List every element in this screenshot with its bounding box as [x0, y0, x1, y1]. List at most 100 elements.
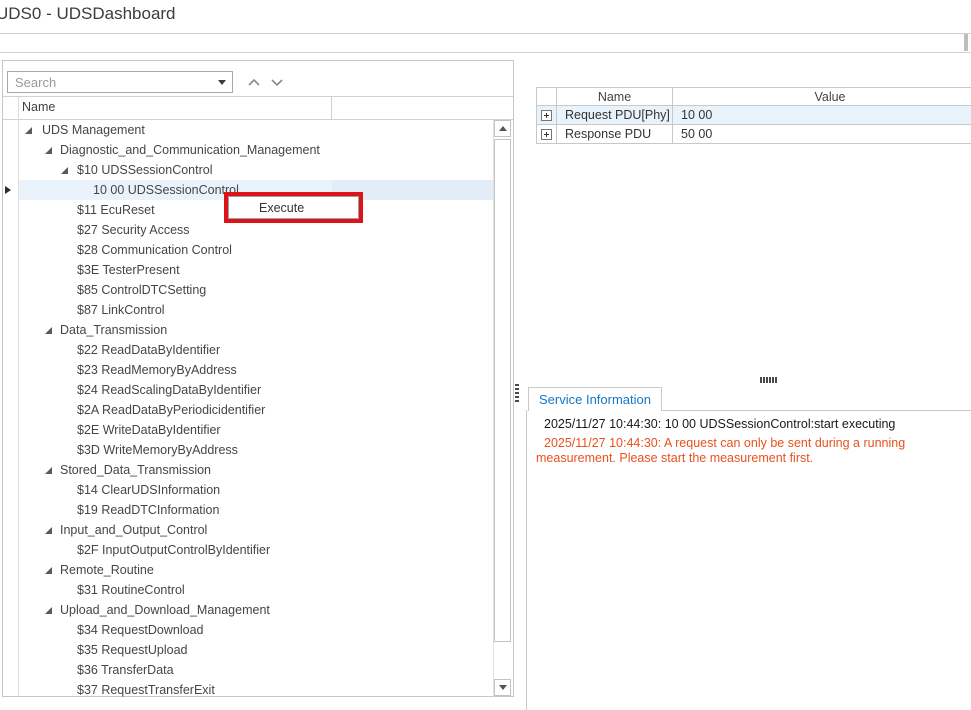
- search-prev-button[interactable]: [245, 74, 263, 90]
- triangle-down-icon: [499, 685, 507, 690]
- tree-item-label: Stored_Data_Transmission: [60, 460, 211, 480]
- expander-icon[interactable]: [61, 167, 68, 174]
- search-next-button[interactable]: [268, 74, 286, 90]
- tree-item-label: $19 ReadDTCInformation: [77, 500, 219, 520]
- tree-item[interactable]: Upload_and_Download_Management: [19, 600, 493, 620]
- tab-service-information[interactable]: Service Information: [528, 387, 662, 411]
- tree-item[interactable]: $14 ClearUDSInformation: [19, 480, 493, 500]
- tree-item[interactable]: UDS Management: [19, 120, 493, 140]
- pdu-row-value[interactable]: 50 00: [673, 125, 971, 144]
- tree-item-label: $31 RoutineControl: [77, 580, 185, 600]
- tree-item-label: $11 EcuReset: [77, 200, 155, 220]
- tree-item[interactable]: $27 Security Access: [19, 220, 493, 240]
- tree-item[interactable]: $85 ControlDTCSetting: [19, 280, 493, 300]
- tree-item[interactable]: $35 RequestUpload: [19, 640, 493, 660]
- chevron-down-icon: [218, 80, 226, 85]
- tree-item[interactable]: Diagnostic_and_Communication_Management: [19, 140, 493, 160]
- tree-column-header-name[interactable]: Name: [22, 100, 55, 114]
- service-info-log: 2025/11/27 10:44:30: 10 00 UDSSessionCon…: [536, 417, 964, 470]
- tree-item[interactable]: $23 ReadMemoryByAddress: [19, 360, 493, 380]
- execute-highlight-annotation: Execute: [224, 192, 363, 223]
- tree-scrollbar-thumb[interactable]: [494, 139, 511, 642]
- pdu-row-name: Request PDU[Phy]: [557, 106, 673, 125]
- tree-item[interactable]: Data_Transmission: [19, 320, 493, 340]
- tree-item[interactable]: $2A ReadDataByPeriodicidentifier: [19, 400, 493, 420]
- tree-item[interactable]: $3D WriteMemoryByAddress: [19, 440, 493, 460]
- tree-header-column-divider[interactable]: [331, 97, 332, 119]
- expander-icon[interactable]: [45, 567, 52, 574]
- expander-icon[interactable]: [45, 607, 52, 614]
- tree-item-label: UDS Management: [42, 120, 145, 140]
- tree-item-label: $3E TesterPresent: [77, 260, 180, 280]
- tree-item-label: $28 Communication Control: [77, 240, 232, 260]
- toolbar-separator: [0, 52, 971, 53]
- service-info-tab-baseline: [661, 410, 971, 411]
- tree-item[interactable]: $36 TransferData: [19, 660, 493, 680]
- tree-item[interactable]: $37 RequestTransferExit: [19, 680, 493, 700]
- tree-scrollbar-up-button[interactable]: [494, 120, 511, 137]
- expand-plus-icon[interactable]: [541, 110, 552, 121]
- tree-item-label: Diagnostic_and_Communication_Management: [60, 140, 320, 160]
- tree-item[interactable]: $28 Communication Control: [19, 240, 493, 260]
- expander-icon[interactable]: [45, 527, 52, 534]
- tree-item-label: $10 UDSSessionControl: [77, 160, 213, 180]
- tree-item-label: $14 ClearUDSInformation: [77, 480, 220, 500]
- pdu-table-row[interactable]: Request PDU[Phy]10 00: [537, 106, 971, 125]
- log-entry-error: 2025/11/27 10:44:30: A request can only …: [536, 436, 964, 467]
- search-combobox[interactable]: [7, 71, 233, 93]
- pdu-table-row[interactable]: Response PDU50 00: [537, 125, 971, 144]
- pdu-table-header-row: Name Value: [537, 88, 971, 106]
- expand-plus-icon[interactable]: [541, 129, 552, 140]
- tree-item-label: $27 Security Access: [77, 220, 190, 240]
- pdu-table: Name Value Request PDU[Phy]10 00Response…: [536, 87, 971, 144]
- log-entry: 2025/11/27 10:44:30: 10 00 UDSSessionCon…: [536, 417, 964, 433]
- tree-item-label: $85 ControlDTCSetting: [77, 280, 206, 300]
- expander-icon[interactable]: [45, 147, 52, 154]
- tree-item-label: $3D WriteMemoryByAddress: [77, 440, 238, 460]
- search-dropdown-button[interactable]: [212, 80, 232, 85]
- tree-item-label: $87 LinkControl: [77, 300, 165, 320]
- tree-item[interactable]: $10 UDSSessionControl: [19, 160, 493, 180]
- tree-scrollbar-down-button[interactable]: [494, 679, 511, 696]
- tree-item[interactable]: $19 ReadDTCInformation: [19, 500, 493, 520]
- tree-item-label: Remote_Routine: [60, 560, 154, 580]
- tree-item[interactable]: Input_and_Output_Control: [19, 520, 493, 540]
- tree-item[interactable]: $2E WriteDataByIdentifier: [19, 420, 493, 440]
- tree-item-label: $22 ReadDataByIdentifier: [77, 340, 220, 360]
- page-title: UDS0 - UDSDashboard: [0, 4, 176, 24]
- tree-item[interactable]: $3E TesterPresent: [19, 260, 493, 280]
- service-info-left-border: [526, 410, 527, 710]
- tree-item-label: $37 RequestTransferExit: [77, 680, 215, 700]
- tree-item[interactable]: $22 ReadDataByIdentifier: [19, 340, 493, 360]
- horizontal-splitter-grip[interactable]: [760, 377, 777, 383]
- uds-dashboard-window: { "window": { "title": "UDS0 - UDSDashbo…: [0, 0, 971, 710]
- tree-item-label: $34 RequestDownload: [77, 620, 203, 640]
- tree-item[interactable]: Remote_Routine: [19, 560, 493, 580]
- pdu-row-name: Response PDU: [557, 125, 673, 144]
- expander-icon[interactable]: [45, 327, 52, 334]
- tree-item-label: $2E WriteDataByIdentifier: [77, 420, 221, 440]
- tree-item-label: Input_and_Output_Control: [60, 520, 207, 540]
- pdu-value-column-header[interactable]: Value: [673, 88, 971, 106]
- tree-item-label: $2A ReadDataByPeriodicidentifier: [77, 400, 265, 420]
- tree-item[interactable]: $2F InputOutputControlByIdentifier: [19, 540, 493, 560]
- titlebar-separator: [0, 33, 971, 34]
- vertical-splitter-grip[interactable]: [515, 384, 519, 402]
- expander-icon[interactable]: [45, 467, 52, 474]
- tree-item-label: $23 ReadMemoryByAddress: [77, 360, 237, 380]
- expander-icon[interactable]: [25, 127, 32, 134]
- tree-item[interactable]: $34 RequestDownload: [19, 620, 493, 640]
- pdu-row-value[interactable]: 10 00: [673, 106, 971, 125]
- tree-item[interactable]: $31 RoutineControl: [19, 580, 493, 600]
- pdu-name-column-header[interactable]: Name: [557, 88, 673, 106]
- chevron-down-icon: [270, 78, 284, 87]
- search-input[interactable]: [8, 75, 212, 90]
- execute-menu-item[interactable]: Execute: [259, 199, 304, 217]
- tree-item-label: Upload_and_Download_Management: [60, 600, 270, 620]
- tree-item[interactable]: $87 LinkControl: [19, 300, 493, 320]
- pdu-row-expander-cell: [537, 106, 557, 125]
- triangle-up-icon: [499, 126, 507, 131]
- tree-item[interactable]: Stored_Data_Transmission: [19, 460, 493, 480]
- tree-item-label: Data_Transmission: [60, 320, 167, 340]
- tree-item[interactable]: $24 ReadScalingDataByIdentifier: [19, 380, 493, 400]
